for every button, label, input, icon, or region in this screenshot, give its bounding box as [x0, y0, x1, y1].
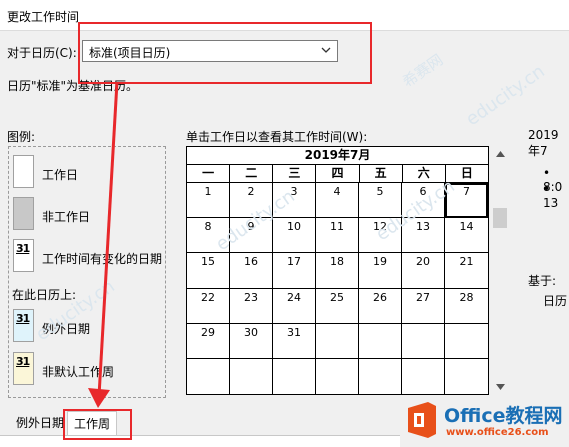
calendar-empty-cell: [316, 358, 359, 394]
calendar-empty-cell: [359, 323, 402, 359]
scroll-thumb[interactable]: [493, 208, 507, 228]
calendar-day-cell[interactable]: 18: [316, 253, 359, 289]
calendar-day-cell[interactable]: 26: [359, 288, 402, 324]
calendar-empty-cell: [187, 358, 230, 394]
calendar-day-number: 31: [287, 325, 301, 339]
calendar-day-number: 28: [459, 290, 474, 304]
weekday-thu: 四: [316, 164, 360, 182]
calendar-day-number: 25: [330, 290, 344, 304]
working-times-heading: 2019年7: [528, 128, 559, 158]
calendar-day-cell[interactable]: 22: [187, 288, 230, 324]
calendar-day-number: 23: [244, 290, 258, 304]
calendar-day-cell[interactable]: 28: [445, 289, 488, 324]
highlight-calendar-select: [78, 22, 372, 84]
watermark-brand: 希赛网: [399, 50, 447, 92]
calendar-day-number: 5: [376, 185, 384, 198]
calendar-day-cell[interactable]: 1: [187, 183, 230, 219]
calendar-month-title: 2019年7月: [187, 147, 488, 165]
calendar-day-number: 19: [373, 255, 387, 269]
calendar-day-number: 27: [416, 290, 430, 304]
calendar-day-cell[interactable]: 25: [316, 288, 359, 324]
calendar-day-cell[interactable]: 20: [402, 253, 445, 289]
calendar-day-cell[interactable]: 15: [187, 253, 230, 289]
calendar-day-number: 29: [201, 325, 215, 339]
calendar-day-number: 4: [333, 185, 341, 198]
weekday-mon: 一: [187, 164, 231, 182]
highlight-work-week-tab: [63, 409, 132, 440]
weekday-sun: 日: [460, 166, 473, 180]
working-time-bullet-2: • 13: [543, 182, 559, 210]
legend-subtitle: 在此日历上:: [12, 288, 77, 302]
calendar-day-number: 20: [416, 255, 430, 269]
calendar-day-number: 16: [244, 255, 258, 269]
watermark-text-4: educity.cn: [462, 60, 549, 131]
weekday-wed: 三: [273, 164, 317, 182]
scroll-up-arrow-icon[interactable]: [495, 150, 506, 158]
calendar-day-number: 26: [373, 290, 387, 304]
calendar-day-cell[interactable]: 17: [273, 253, 316, 289]
legend-working-day: 工作日: [42, 168, 79, 182]
logo-main-text: Office教程网: [444, 405, 563, 427]
calendar-day-number: 30: [244, 325, 258, 339]
scroll-down-arrow-icon[interactable]: [495, 383, 506, 391]
calendar-scrollbar[interactable]: [492, 146, 509, 395]
calendar-day-cell[interactable]: 31: [273, 323, 316, 359]
calendar-day-cell[interactable]: 14: [445, 218, 488, 254]
calendar-day-number: 17: [287, 255, 301, 269]
calendar-day-cell[interactable]: 11: [316, 218, 359, 254]
calendar-day-number: 18: [330, 255, 344, 269]
calendar-empty-cell: [230, 358, 273, 394]
exception-day-swatch: 31: [13, 309, 34, 342]
legend-nonworking-day: 非工作日: [42, 210, 91, 224]
calendar-day-number: 21: [459, 255, 474, 269]
calendar-empty-cell: [402, 358, 445, 394]
calendar-empty-cell: [445, 324, 488, 359]
weekday-fri: 五: [360, 164, 403, 182]
based-on-value: 日历: [543, 294, 568, 308]
calendar-day-cell[interactable]: 29: [187, 323, 230, 359]
calendar-day-cell[interactable]: 27: [402, 288, 445, 324]
calendar-day-cell[interactable]: 30: [230, 323, 273, 359]
calendar-day-number: 1: [204, 185, 212, 198]
logo-url-text: www.office26.com: [446, 427, 549, 438]
calendar-day-cell[interactable]: 10: [273, 218, 316, 254]
changed-day-swatch: 31: [13, 239, 34, 272]
tab-exceptions[interactable]: 例外日期: [10, 411, 70, 435]
nondefault-week-swatch: 31: [13, 352, 34, 385]
calendar-day-cell[interactable]: 19: [359, 253, 402, 289]
working-day-swatch: [13, 155, 34, 188]
red-arrow-icon: [88, 81, 119, 408]
calendar-day-cell[interactable]: 21: [445, 253, 488, 289]
tab-content-area: [0, 435, 400, 447]
office-logo-icon: [408, 402, 436, 438]
calendar-empty-cell: [316, 323, 359, 359]
calendar-empty-cell: [359, 358, 402, 394]
weekday-tue: 二: [230, 164, 274, 182]
calendar-day-cell[interactable]: 4: [316, 183, 359, 219]
calendar-day-number: 15: [201, 255, 215, 269]
calendar-day-number: 2: [247, 185, 255, 198]
calendar-day-number: 22: [201, 290, 215, 304]
calendar-day-cell[interactable]: 23: [230, 288, 273, 324]
calendar-day-grid: 1 2 3 4 5 6 7 8 9 10 11 12 13 14 15 16 17 18 19 20 21 22 23 24 2…: [187, 183, 488, 394]
dialog-title: 更改工作时间: [7, 10, 80, 24]
calendar-day-number: 10: [287, 220, 301, 234]
calendar-empty-cell: [402, 323, 445, 359]
nonworking-day-swatch: [13, 197, 34, 230]
calendar-empty-cell: [273, 358, 316, 394]
calendar-day-number: 24: [287, 290, 301, 304]
calendar-empty-cell: [445, 359, 488, 394]
office26-logo: Office教程网 www.office26.com: [398, 396, 569, 446]
calendar-day-number: 14: [459, 220, 474, 234]
calendar-day-cell[interactable]: 16: [230, 253, 273, 289]
calendar-select-label: 对于日历(C):: [7, 46, 77, 60]
based-on-label: 基于:: [528, 274, 557, 288]
calendar-prompt: 单击工作日以查看其工作时间(W):: [186, 130, 368, 144]
calendar-day-cell[interactable]: 24: [273, 288, 316, 324]
calendar-day-number: 11: [330, 220, 344, 234]
legend-title: 图例:: [7, 130, 36, 144]
